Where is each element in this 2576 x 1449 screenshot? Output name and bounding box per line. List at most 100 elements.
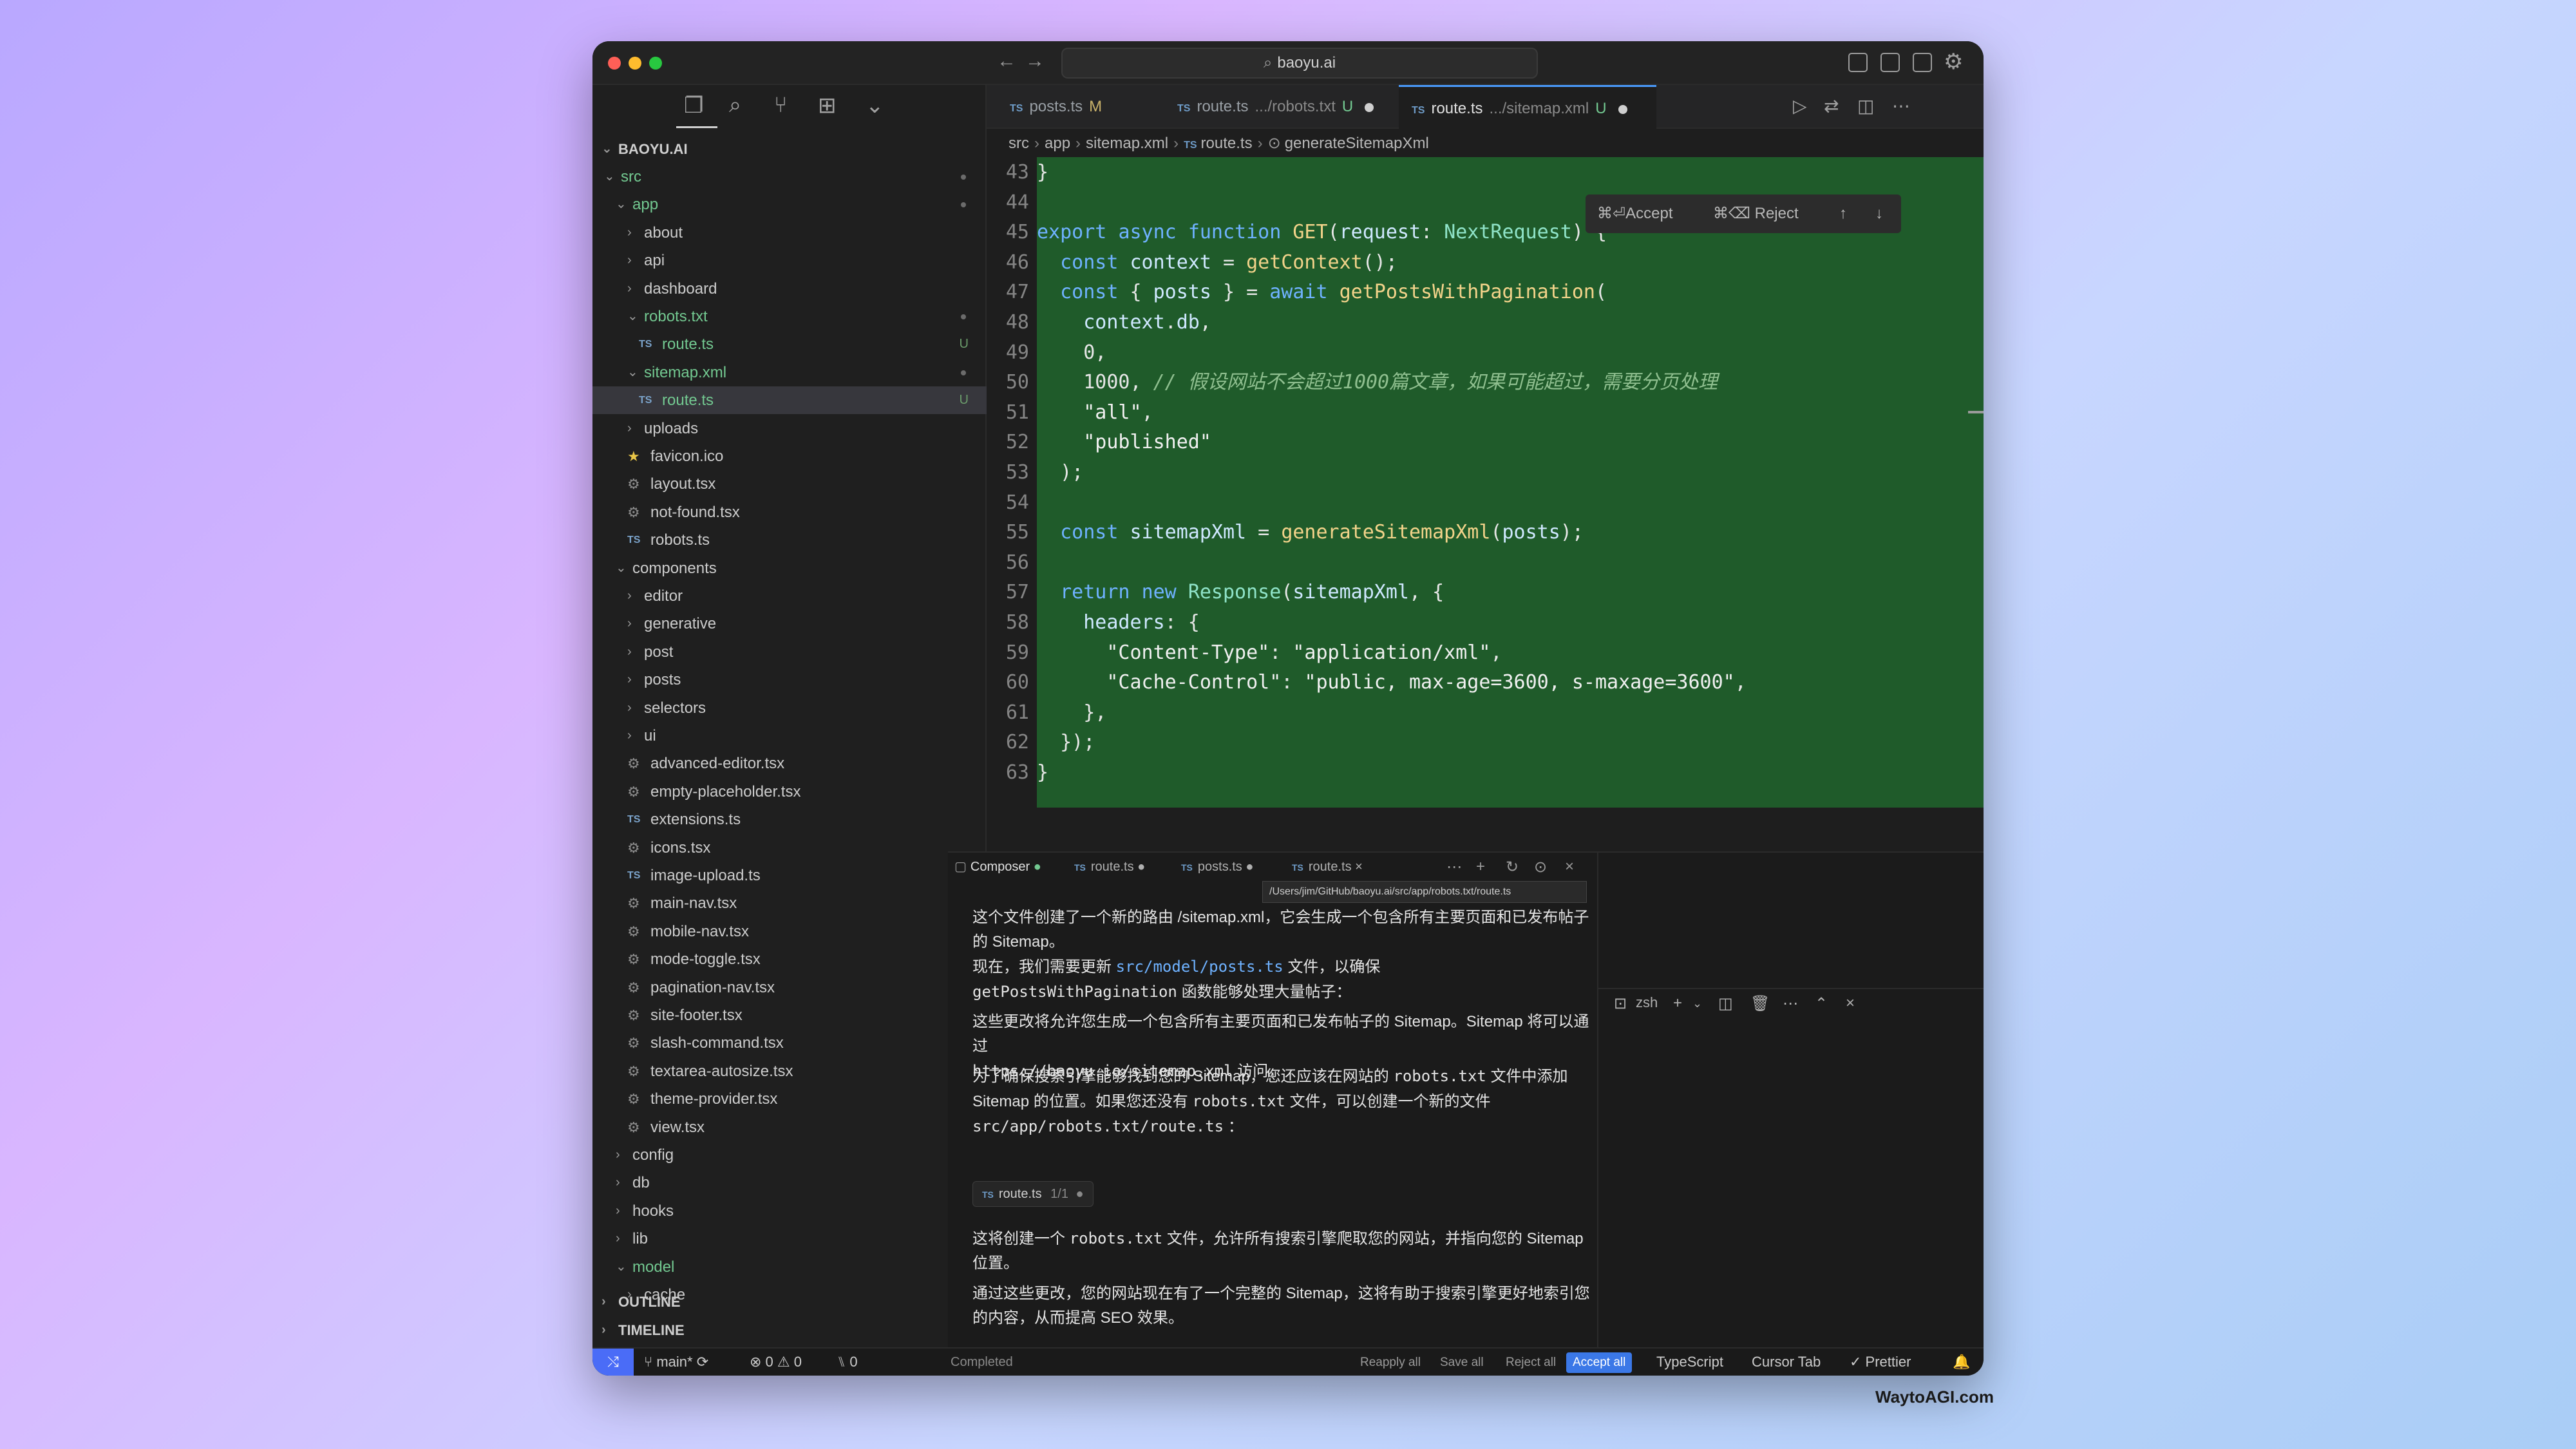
tree-item[interactable]: › config	[592, 1141, 987, 1169]
tab-route-ts[interactable]: TS route.ts ●	[1074, 853, 1145, 881]
split-editor-icon[interactable]: ◫	[1857, 95, 1874, 117]
tree-item[interactable]: ⌄ model	[592, 1253, 987, 1281]
tree-item[interactable]: ⚙ layout.tsx	[592, 470, 987, 498]
source-control-icon[interactable]: ⑂	[774, 93, 787, 118]
tab-sitemap-route-ts[interactable]: TS route.ts .../sitemap.xml U	[1399, 85, 1656, 129]
tree-item[interactable]: ⚙ mobile-nav.tsx	[592, 918, 987, 945]
plus-icon[interactable]: +	[1476, 858, 1485, 876]
tab-robots-route-ts[interactable]: TS route.ts .../robots.txt U	[1164, 85, 1391, 129]
tree-item[interactable]: ⚙ slash-command.tsx	[592, 1029, 987, 1057]
tab-close-icon[interactable]: ×	[1355, 860, 1363, 874]
more-actions-icon[interactable]: ⋯	[1783, 994, 1798, 1013]
breadcrumb-item[interactable]: sitemap.xml	[1086, 135, 1168, 152]
code-block-chip[interactable]: TS route.ts 1/1 ●	[972, 1181, 1094, 1207]
reject-diff-button[interactable]: ⌘⌫ Reject	[1713, 194, 1799, 233]
tree-item[interactable]: › db	[592, 1169, 987, 1197]
tree-item[interactable]: ⚙ mode-toggle.tsx	[592, 945, 987, 973]
arrow-up-icon[interactable]: ↑	[1839, 194, 1847, 233]
close-window-button[interactable]	[608, 57, 621, 70]
chevron-down-icon[interactable]: ⌄	[866, 93, 884, 118]
tab-composer[interactable]: ▢ Composer ●	[954, 853, 1041, 881]
forward-arrow-icon[interactable]: →	[1025, 50, 1045, 72]
more-actions-icon[interactable]: ⋯	[1892, 95, 1910, 117]
breadcrumb-item[interactable]: app	[1045, 135, 1070, 152]
tree-item[interactable]: TS route.ts U	[592, 386, 987, 415]
tree-item[interactable]: › post	[592, 638, 987, 666]
breadcrumb-item[interactable]: src	[1009, 135, 1029, 152]
tree-item[interactable]: ⌄ src	[592, 163, 987, 191]
close-icon[interactable]: ×	[1846, 994, 1855, 1012]
trash-icon[interactable]: 🗑	[1750, 994, 1770, 1013]
tree-item[interactable]: TS image-upload.ts	[592, 862, 987, 889]
breadcrumb-item[interactable]: generateSitemapXml	[1285, 135, 1429, 152]
explorer-root-header[interactable]: ⌄ BAOYU.AI	[592, 135, 987, 163]
tree-item[interactable]: TS robots.ts	[592, 526, 987, 554]
remote-icon[interactable]: ⤭	[592, 1349, 634, 1376]
tree-item[interactable]: ⚙ main-nav.tsx	[592, 889, 987, 917]
tree-item[interactable]: ⚙ icons.tsx	[592, 834, 987, 862]
reject-all-button[interactable]: Reject all	[1499, 1352, 1562, 1373]
tree-item[interactable]: › hooks	[592, 1197, 987, 1225]
explorer-icon[interactable]: ❐	[684, 93, 703, 118]
minimize-window-button[interactable]	[629, 57, 641, 70]
toggle-secondary-sidebar-icon[interactable]	[1913, 53, 1932, 72]
maximize-window-button[interactable]	[649, 57, 662, 70]
file-link[interactable]: src/model/posts.ts	[1116, 958, 1283, 976]
search-icon[interactable]: ⌕	[729, 93, 741, 118]
extensions-icon[interactable]: ⊞	[818, 93, 837, 118]
accept-all-button[interactable]: Accept all	[1566, 1352, 1633, 1373]
sync-icon[interactable]: ⟳	[697, 1354, 708, 1370]
plus-icon[interactable]: +	[1673, 994, 1682, 1012]
tree-item[interactable]: › generative	[592, 610, 987, 638]
language-mode[interactable]: TypeScript	[1656, 1349, 1723, 1376]
toggle-sidebar-icon[interactable]	[1848, 53, 1868, 72]
tree-item[interactable]: ⚙ theme-provider.tsx	[592, 1085, 987, 1113]
close-icon[interactable]: ×	[1565, 858, 1574, 876]
chevron-up-icon[interactable]: ⌃	[1815, 994, 1828, 1013]
tree-item[interactable]: › lib	[592, 1225, 987, 1253]
tree-item[interactable]: ★ favicon.ico	[592, 442, 987, 470]
branch-indicator[interactable]: ⑂ main* ⟳	[644, 1349, 708, 1376]
tree-item[interactable]: TS route.ts U	[592, 330, 987, 358]
shell-name[interactable]: zsh	[1636, 994, 1658, 1011]
tab-posts-ts[interactable]: TS posts.ts M	[997, 85, 1150, 129]
scrollbar-marker[interactable]	[1968, 411, 1984, 413]
prettier-status[interactable]: ✓ Prettier	[1850, 1349, 1911, 1376]
tree-item[interactable]: › uploads	[592, 415, 987, 442]
code-area[interactable]: 43} 44 45 export async function GET(request…	[987, 157, 1984, 808]
cursor-tab-status[interactable]: Cursor Tab	[1752, 1349, 1821, 1376]
tree-item[interactable]: ⚙ pagination-nav.tsx	[592, 974, 987, 1001]
tree-item[interactable]: ⚙ textarea-autosize.tsx	[592, 1057, 987, 1085]
problems-indicator[interactable]: ⊗ 0 ⚠ 0	[750, 1349, 802, 1376]
tree-item[interactable]: ⚙ view.tsx	[592, 1113, 987, 1141]
command-search-bar[interactable]: ⌕ baoyu.ai	[1061, 48, 1538, 79]
tree-item[interactable]: ⚙ empty-placeholder.tsx	[592, 778, 987, 806]
reapply-all-button[interactable]: Reapply all	[1354, 1352, 1427, 1373]
tree-item[interactable]: › selectors	[592, 694, 987, 722]
run-icon[interactable]: ▷	[1793, 95, 1807, 117]
tab-posts-ts[interactable]: TS posts.ts ●	[1181, 853, 1253, 881]
toggle-panel-icon[interactable]	[1880, 53, 1900, 72]
tree-item[interactable]: ⌄ robots.txt	[592, 303, 987, 330]
arrow-down-icon[interactable]: ↓	[1875, 194, 1883, 233]
history-icon[interactable]: ↻	[1506, 858, 1519, 876]
tree-item[interactable]: › about	[592, 219, 987, 247]
breadcrumb-item[interactable]: route.ts	[1201, 135, 1253, 152]
gear-icon[interactable]: ⚙	[1944, 49, 1963, 75]
split-terminal-icon[interactable]: ◫	[1718, 994, 1733, 1013]
tree-item[interactable]: › cache	[592, 1281, 987, 1309]
tree-item[interactable]: › posts	[592, 666, 987, 694]
tree-item[interactable]: ⚙ site-footer.tsx	[592, 1001, 987, 1029]
accept-diff-button[interactable]: ⌘⏎Accept	[1597, 194, 1672, 233]
settings-icon[interactable]: ⊙	[1534, 858, 1547, 876]
tree-item[interactable]: ⚙ advanced-editor.tsx	[592, 750, 987, 777]
compare-changes-icon[interactable]: ⇄	[1824, 95, 1839, 117]
tree-item[interactable]: › api	[592, 247, 987, 274]
tab-route-ts-preview[interactable]: TS route.ts ×	[1292, 853, 1363, 881]
chevron-down-icon[interactable]: ⌄	[1692, 997, 1702, 1010]
tree-item[interactable]: › dashboard	[592, 275, 987, 303]
tree-item[interactable]: TS extensions.ts	[592, 806, 987, 833]
tree-item[interactable]: ⌄ components	[592, 554, 987, 582]
save-all-button[interactable]: Save all	[1434, 1352, 1490, 1373]
bell-icon[interactable]: 🔔	[1953, 1349, 1970, 1376]
